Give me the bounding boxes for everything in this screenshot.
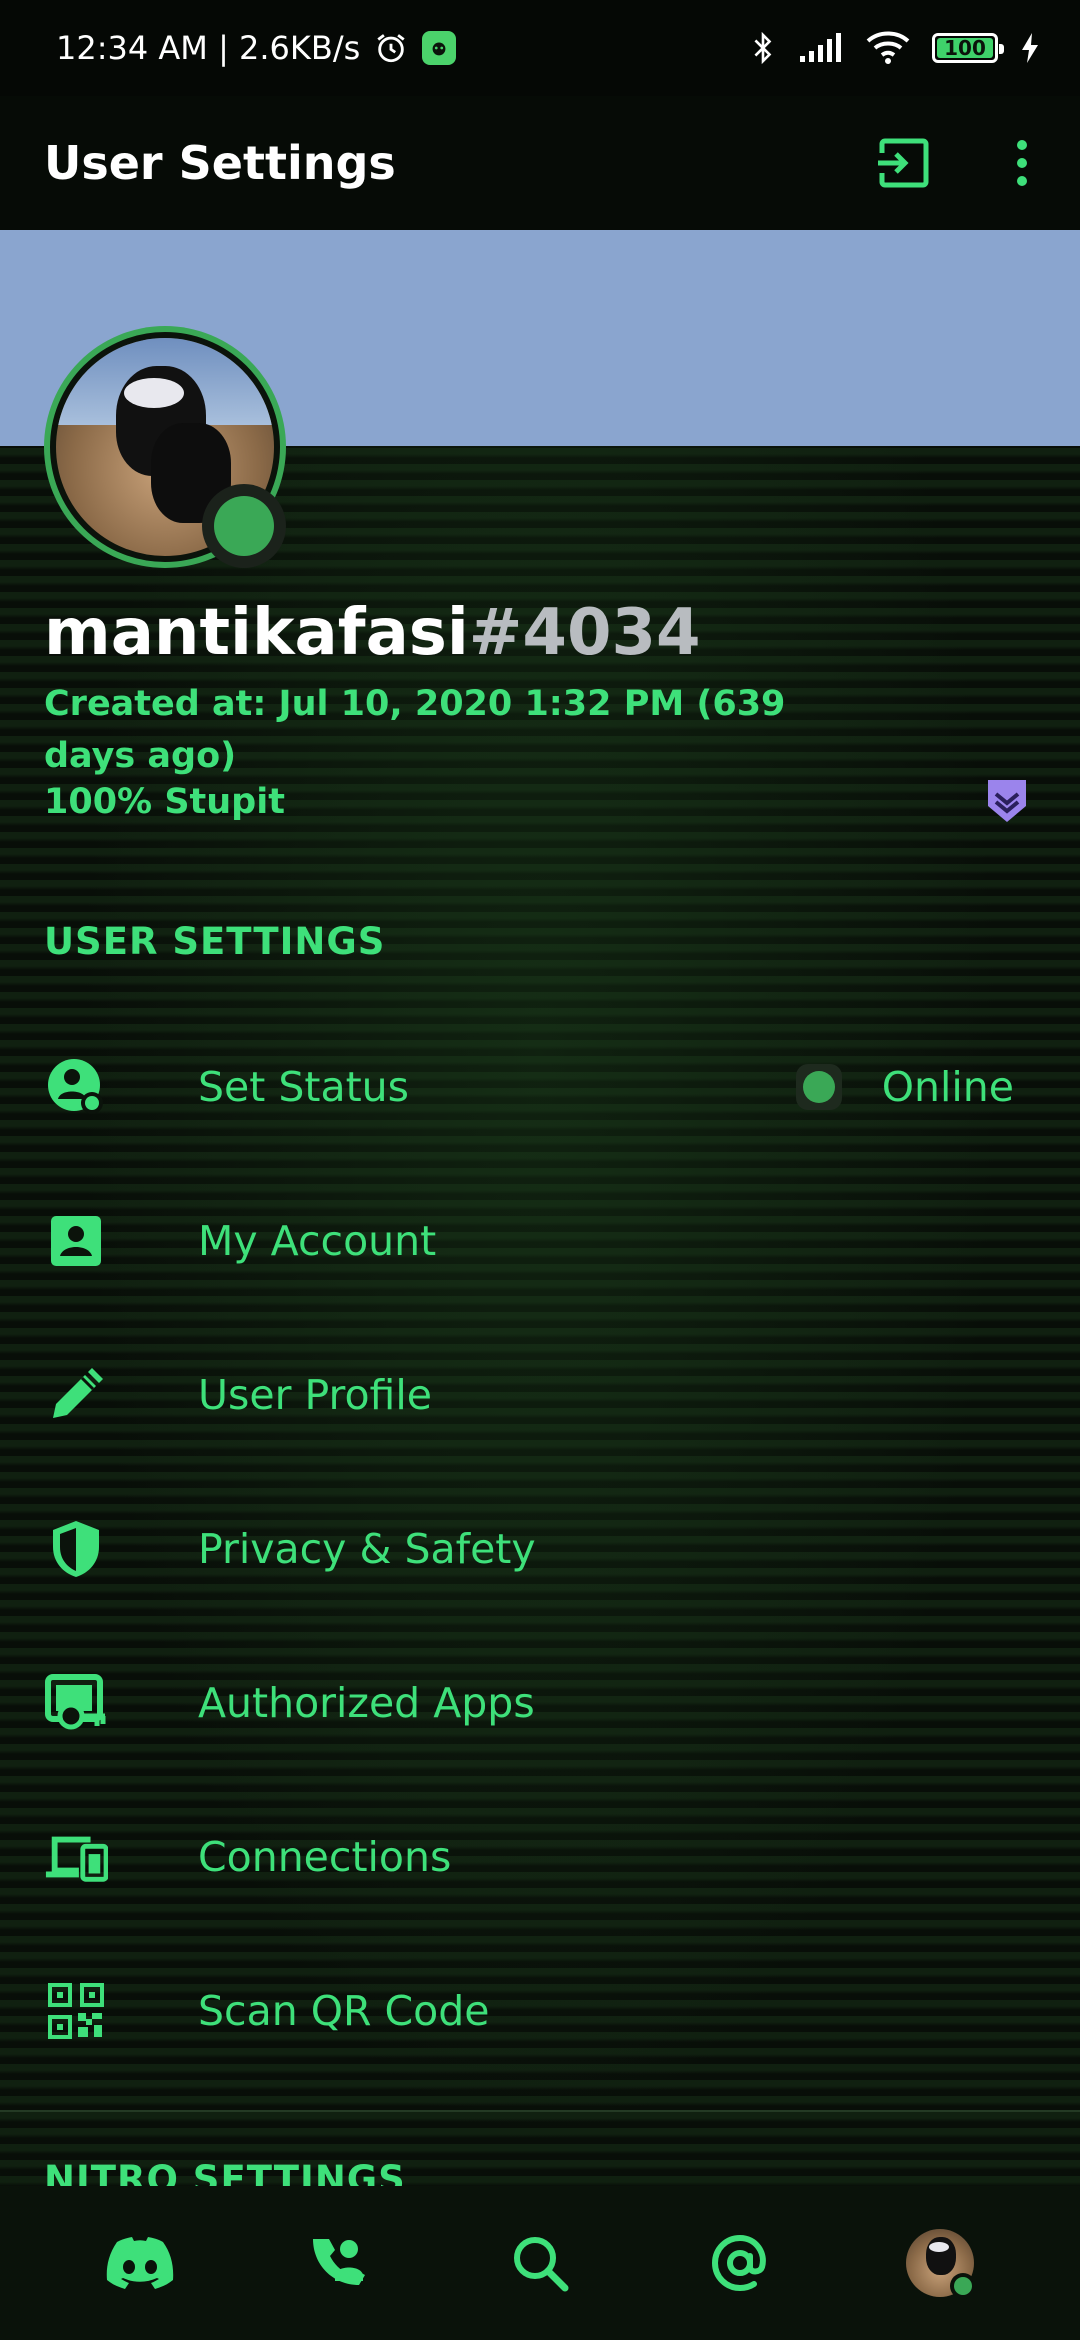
discriminator: #4034 xyxy=(468,596,701,670)
profile-bio: 100% Stupit xyxy=(44,782,285,822)
menu-item-privacy-safety[interactable]: Privacy & Safety xyxy=(0,1472,1080,1626)
nav-home-button[interactable] xyxy=(100,2223,180,2303)
menu-item-label: Authorized Apps xyxy=(198,1679,535,1727)
bottom-navigation xyxy=(0,2186,1080,2340)
discord-home-icon xyxy=(106,2237,174,2289)
charging-icon xyxy=(1022,33,1038,63)
pencil-icon xyxy=(44,1363,108,1427)
menu-item-scan-qr-code[interactable]: Scan QR Code xyxy=(0,1934,1080,2088)
wifi-icon xyxy=(866,31,910,64)
shield-icon xyxy=(44,1517,108,1581)
app-notification-icon xyxy=(422,31,457,65)
status-bar-right: 100 xyxy=(750,30,1040,66)
status-icon xyxy=(44,1055,108,1119)
more-vertical-icon xyxy=(1017,140,1027,186)
username: mantikafasi#4034 xyxy=(44,596,701,670)
status-value: Online xyxy=(881,1063,1014,1111)
account-icon xyxy=(44,1209,108,1273)
authorized-apps-icon xyxy=(44,1671,108,1735)
search-icon xyxy=(514,2237,569,2292)
menu-item-set-status[interactable]: Set Status Online xyxy=(0,1010,1080,1164)
menu-item-authorized-apps[interactable]: Authorized Apps xyxy=(0,1626,1080,1780)
menu-item-connections[interactable]: Connections xyxy=(0,1780,1080,1934)
mentions-icon xyxy=(711,2234,766,2292)
online-status-indicator xyxy=(950,2273,976,2299)
menu-item-user-profile[interactable]: User Profile xyxy=(0,1318,1080,1472)
devices-icon xyxy=(44,1825,108,1889)
app-bar: User Settings xyxy=(0,96,1080,230)
menu-item-label: Set Status xyxy=(198,1063,410,1111)
logout-icon xyxy=(874,138,929,188)
username-text: mantikafasi xyxy=(44,596,469,670)
battery-icon: 100 xyxy=(932,33,1004,63)
section-divider xyxy=(0,2110,1080,2112)
status-bar: 12:34 AM | 2.6KB/s 100 xyxy=(0,0,1080,96)
nitro-settings-header: NITRO SETTINGS xyxy=(44,2158,406,2188)
online-status-icon xyxy=(795,1064,842,1110)
hypesquad-badge-icon xyxy=(988,780,1026,822)
account-created-date: Created at: Jul 10, 2020 1:32 PM (639 da… xyxy=(44,684,786,776)
menu-item-label: Privacy & Safety xyxy=(198,1525,536,1573)
friends-icon xyxy=(313,2239,365,2285)
page-title: User Settings xyxy=(44,136,396,190)
bluetooth-icon xyxy=(754,31,772,65)
alarm-icon xyxy=(377,34,405,63)
menu-item-label: My Account xyxy=(198,1217,437,1265)
menu-item-label: Connections xyxy=(198,1833,452,1881)
user-settings-header: USER SETTINGS xyxy=(44,920,386,963)
logout-button[interactable] xyxy=(872,133,932,193)
app-bar-actions xyxy=(872,133,1052,193)
current-status: Online xyxy=(795,1063,1014,1111)
menu-item-label: Scan QR Code xyxy=(198,1987,490,2035)
more-options-button[interactable] xyxy=(992,133,1052,193)
qr-code-icon xyxy=(44,1979,108,2043)
signal-icon xyxy=(800,33,841,62)
nav-mentions-button[interactable] xyxy=(700,2223,780,2303)
nav-profile-button[interactable] xyxy=(900,2223,980,2303)
menu-item-label: User Profile xyxy=(198,1371,432,1419)
nav-friends-button[interactable] xyxy=(300,2223,380,2303)
status-bar-left: 12:34 AM | 2.6KB/s xyxy=(56,29,457,67)
menu-item-my-account[interactable]: My Account xyxy=(0,1164,1080,1318)
nav-search-button[interactable] xyxy=(500,2223,580,2303)
time-and-speed: 12:34 AM | 2.6KB/s xyxy=(56,29,361,67)
online-status-indicator xyxy=(202,484,286,568)
battery-level: 100 xyxy=(944,36,986,60)
